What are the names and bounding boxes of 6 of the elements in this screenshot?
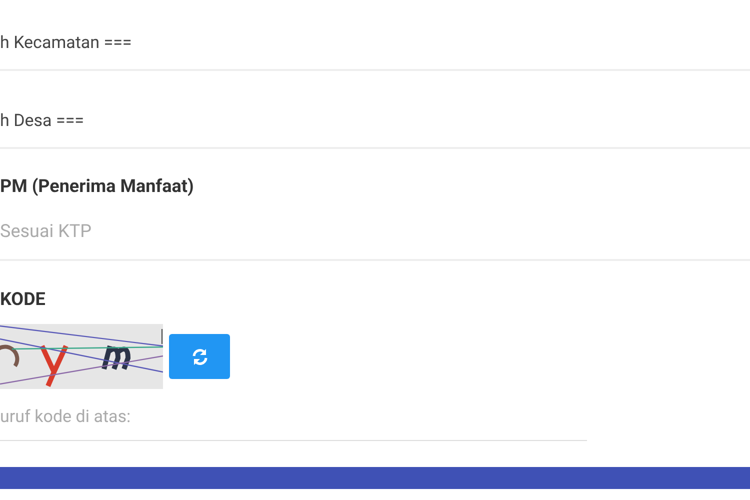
refresh-icon (190, 346, 210, 366)
village-select[interactable]: h Desa === (0, 71, 750, 149)
field-label: KODE (0, 289, 46, 310)
field-label: PM (Penerima Manfaat) (0, 176, 195, 197)
district-select[interactable]: h Kecamatan === (0, 0, 750, 71)
refresh-button[interactable] (169, 334, 230, 379)
